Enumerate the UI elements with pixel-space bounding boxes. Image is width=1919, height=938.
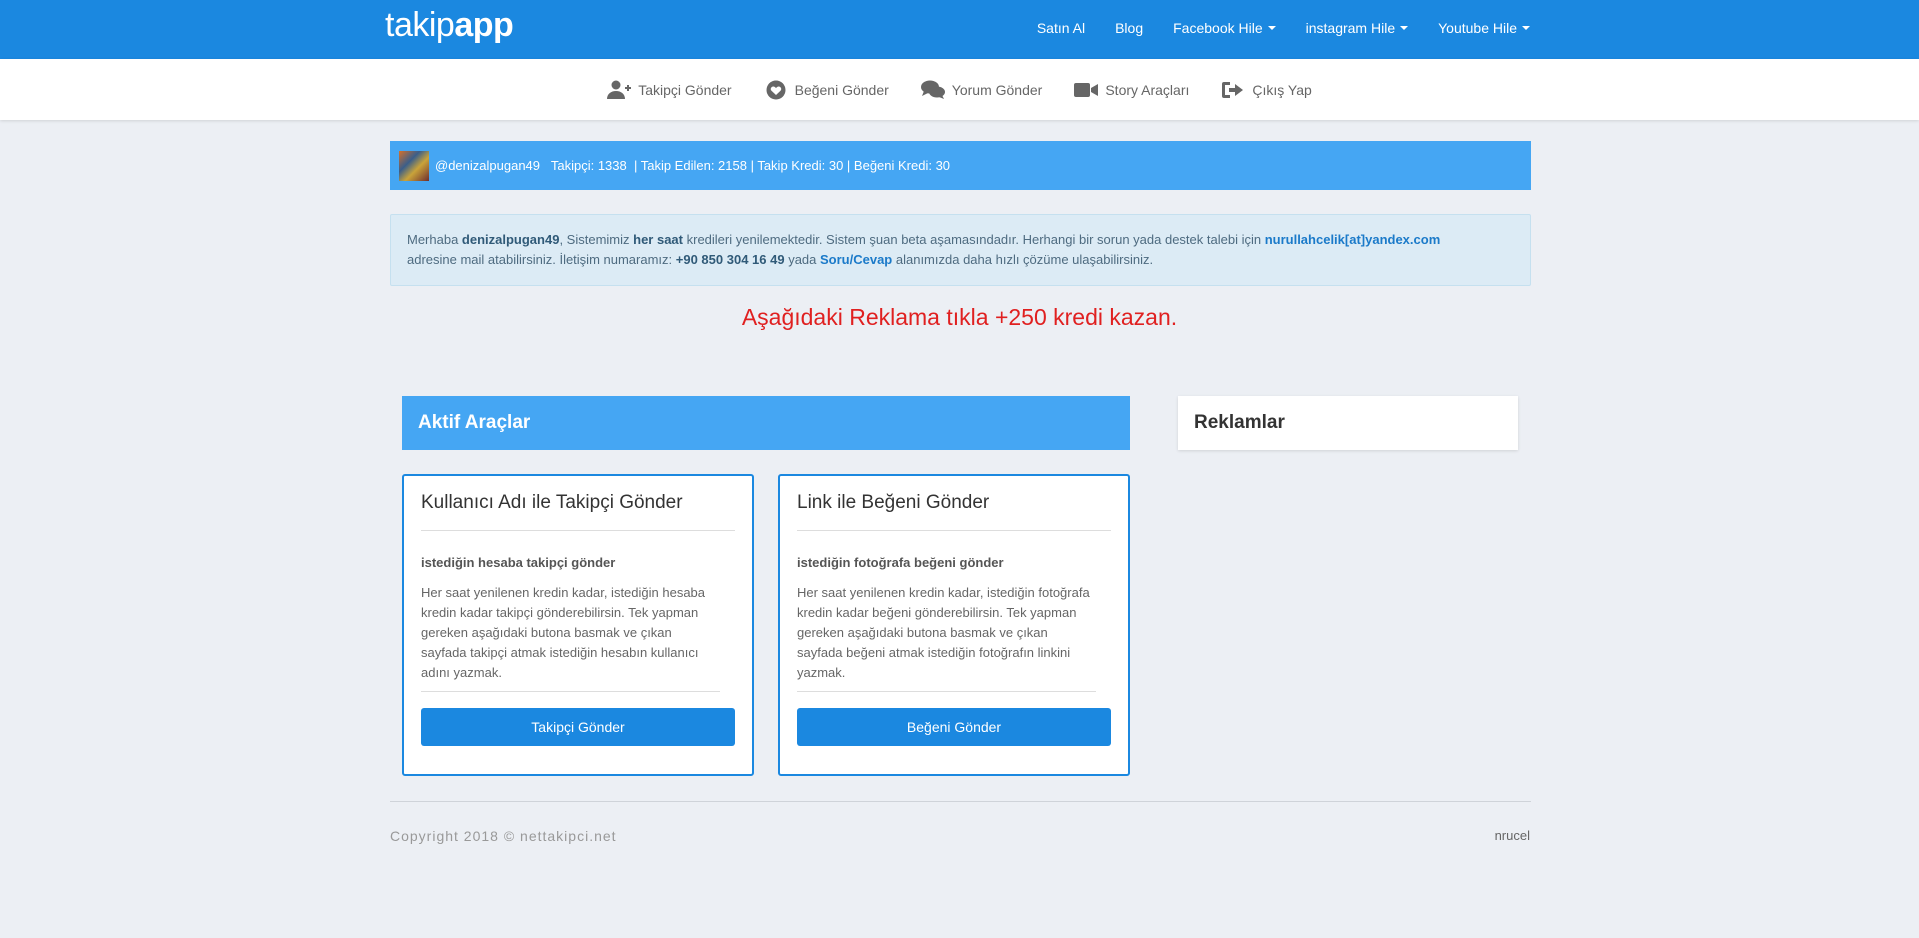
alert-text: alanımızda daha hızlı çözüme ulaşabilirs… <box>892 252 1154 267</box>
menu-label: Satın Al <box>1036 20 1086 36</box>
alert-text: adresine mail atabilirsiniz. İletişim nu… <box>407 252 676 267</box>
menu-label: Blog <box>1115 20 1144 36</box>
send-follower-button[interactable]: Takipçi Gönder <box>421 708 735 746</box>
alert-text: Merhaba <box>407 232 462 247</box>
username: @denizalpugan49 <box>435 158 541 173</box>
comments-icon <box>920 80 945 99</box>
heart-icon <box>766 80 786 99</box>
support-email-link[interactable]: nurullahcelik[at]yandex.com <box>1265 232 1441 247</box>
sign-out-icon <box>1222 81 1244 98</box>
alert-username: denizalpugan49 <box>461 232 560 247</box>
menu-youtube-hile[interactable]: Youtube Hile <box>1438 20 1530 36</box>
menu-label: Youtube Hile <box>1438 20 1517 36</box>
contact-phone: +90 850 304 16 49 <box>675 252 785 267</box>
top-navbar: takipapp Satın Al Blog Facebook Hile ins… <box>0 0 1919 59</box>
subnav-label: Yorum Gönder <box>951 81 1043 98</box>
menu-instagram-hile[interactable]: instagram Hile <box>1305 20 1409 36</box>
avatar[interactable] <box>399 150 429 181</box>
ads-header: Reklamlar <box>1178 396 1518 450</box>
menu-label: Facebook Hile <box>1173 20 1263 36</box>
subnav-takipci-gonder[interactable]: Takipçi Gönder <box>607 80 732 100</box>
subnav-cikis-yap[interactable]: Çıkış Yap <box>1221 80 1312 100</box>
menu-facebook-hile[interactable]: Facebook Hile <box>1173 20 1276 36</box>
menu-label: instagram Hile <box>1305 20 1396 36</box>
card-description: Her saat yenilenen kredin kadar, istediğ… <box>421 583 720 692</box>
card-description: Her saat yenilenen kredin kadar, istediğ… <box>797 583 1096 692</box>
card-title: Link ile Beğeni Gönder <box>797 492 1111 531</box>
info-alert: Merhaba denizalpugan49, Sistemimiz her s… <box>390 214 1531 286</box>
user-stats: Takipçi: 1338 | Takip Edilen: 2158 | Tak… <box>550 158 951 173</box>
alert-text: kredileri yenilemektedir. Sistem şuan be… <box>683 232 1265 247</box>
subnav-label: Beğeni Gönder <box>794 81 889 98</box>
caret-down-icon <box>1267 26 1276 30</box>
caret-down-icon <box>1400 26 1409 30</box>
menu-blog[interactable]: Blog <box>1115 20 1143 36</box>
follower-tool-card: Kullanıcı Adı ile Takipçi Gönder istediğ… <box>402 474 754 776</box>
menu-satin-al[interactable]: Satın Al <box>1037 20 1085 36</box>
card-title: Kullanıcı Adı ile Takipçi Gönder <box>421 492 735 531</box>
video-camera-icon <box>1074 82 1099 97</box>
brand-light-text: takip <box>385 6 455 44</box>
subnav-yorum-gonder[interactable]: Yorum Gönder <box>920 80 1043 100</box>
caret-down-icon <box>1522 26 1530 30</box>
subnav-begeni-gonder[interactable]: Beğeni Gönder <box>764 80 889 100</box>
faq-link[interactable]: Soru/Cevap <box>820 252 892 267</box>
secondary-navbar: Takipçi Gönder Beğeni Gönder Yorum Gönde… <box>0 59 1919 120</box>
subnav-story-araclari[interactable]: Story Araçları <box>1074 80 1189 100</box>
like-tool-card: Link ile Beğeni Gönder istediğin fotoğra… <box>778 474 1130 776</box>
user-plus-icon <box>607 80 632 99</box>
user-stats-spacer <box>540 158 551 173</box>
top-menu: Satın Al Blog Facebook Hile instagram Hi… <box>1037 20 1530 36</box>
alert-text: , Sistemimiz <box>559 232 634 247</box>
subnav-label: Story Araçları <box>1105 81 1190 98</box>
card-subtitle: istediğin fotoğrafa beğeni gönder <box>797 555 1004 570</box>
alert-bold: her saat <box>633 232 683 247</box>
copyright: Copyright 2018 © nettakipci.net <box>390 828 617 844</box>
brand-logo[interactable]: takipapp <box>385 6 514 45</box>
brand-bold-text: app <box>454 6 514 44</box>
send-like-button[interactable]: Beğeni Gönder <box>797 708 1111 746</box>
card-subtitle: istediğin hesaba takipçi gönder <box>421 555 616 570</box>
footer-credit: nrucel <box>1494 828 1530 843</box>
user-info-bar: @denizalpugan49 Takipçi: 1338 | Takip Ed… <box>390 141 1531 190</box>
active-tools-header: Aktif Araçlar <box>402 396 1130 450</box>
footer-divider <box>390 801 1531 802</box>
subnav-label: Çıkış Yap <box>1252 81 1312 98</box>
promo-banner: Aşağıdaki Reklama tıkla +250 kredi kazan… <box>741 304 1178 330</box>
alert-text: yada <box>784 252 820 267</box>
subnav-label: Takipçi Gönder <box>638 81 732 98</box>
